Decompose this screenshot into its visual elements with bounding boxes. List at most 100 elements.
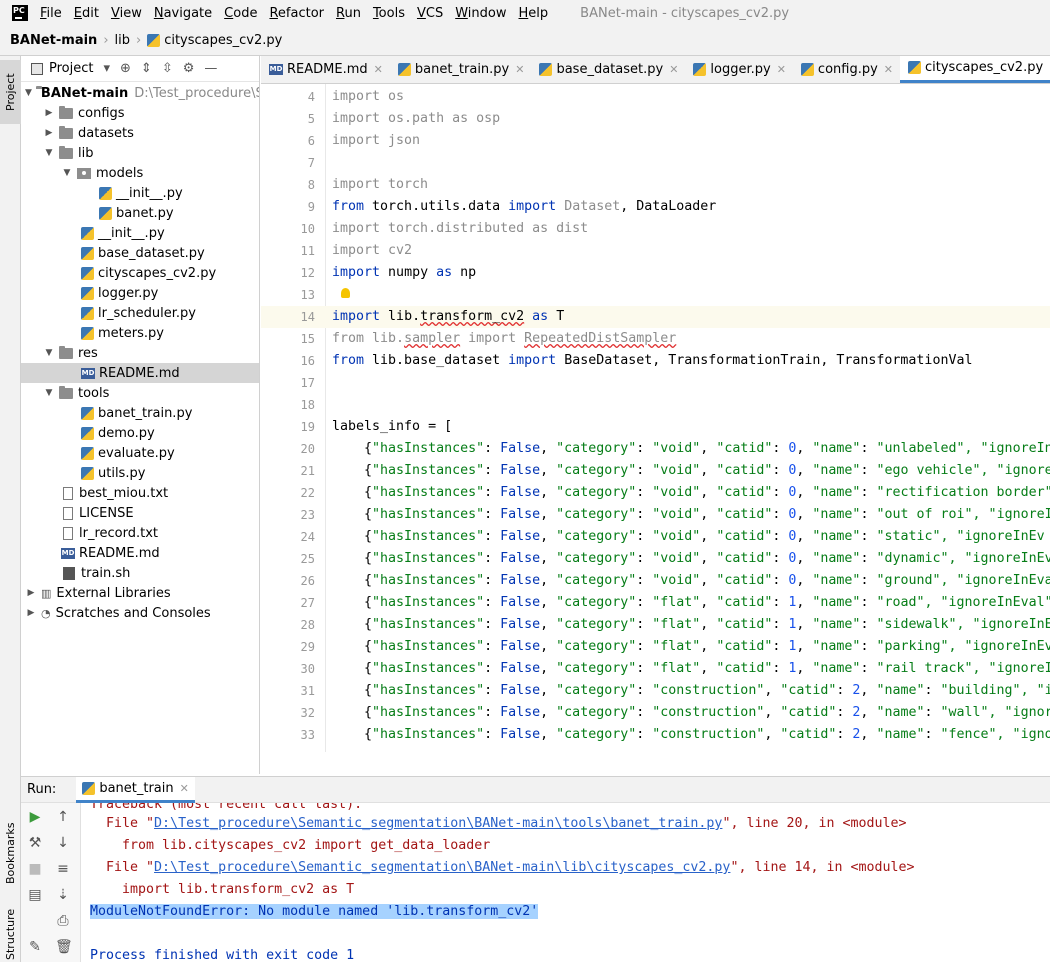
tab-readme[interactable]: MD README.md ✕ xyxy=(261,56,390,83)
tree-item-lib-init[interactable]: __init__.py xyxy=(21,223,259,243)
close-icon[interactable]: ✕ xyxy=(777,63,786,76)
breadcrumb-file[interactable]: cityscapes_cv2.py xyxy=(164,33,282,48)
hide-panel-icon[interactable]: — xyxy=(204,61,217,76)
chevron-right-icon[interactable]: ▶ xyxy=(25,588,37,598)
tree-item-demo[interactable]: demo.py xyxy=(21,423,259,443)
menu-navigate[interactable]: Navigate xyxy=(154,6,212,21)
console-output[interactable]: Traceback (most recent call last): File … xyxy=(90,803,1050,962)
close-icon[interactable]: ✕ xyxy=(884,63,893,76)
code-area[interactable]: 4 import os 5 import os.path as osp 6 impor… xyxy=(261,86,1050,752)
menu-help[interactable]: Help xyxy=(519,6,549,21)
chevron-down-icon[interactable]: ▼ xyxy=(43,148,55,158)
console-file-link[interactable]: D:\Test_procedure\Semantic_segmentation\… xyxy=(154,860,730,875)
code-token: "void" xyxy=(652,529,701,544)
tab-cityscapes[interactable]: cityscapes_cv2.py✕ xyxy=(900,56,1050,83)
chevron-down-icon[interactable]: ▼ xyxy=(61,168,73,178)
tree-item-banet[interactable]: banet.py xyxy=(21,203,259,223)
menu-run[interactable]: Run xyxy=(336,6,361,21)
gear-icon[interactable]: ⚙ xyxy=(183,61,195,76)
tree-item-res-readme[interactable]: MD README.md xyxy=(21,363,259,383)
tab-label: base_dataset.py xyxy=(556,61,664,77)
stop-icon[interactable]: ■ xyxy=(27,861,43,877)
side-tab-project[interactable]: Project xyxy=(0,60,21,124)
soft-wrap-icon[interactable]: ≡ xyxy=(55,861,71,877)
chevron-right-icon[interactable]: ▶ xyxy=(43,128,55,138)
tree-label: datasets xyxy=(78,125,134,141)
chevron-right-icon[interactable]: ▶ xyxy=(43,108,55,118)
tree-item-evaluate[interactable]: evaluate.py xyxy=(21,443,259,463)
menu-tools[interactable]: Tools xyxy=(373,6,405,21)
breadcrumb-folder[interactable]: lib xyxy=(115,33,130,48)
tree-item-license[interactable]: LICENSE xyxy=(21,503,259,523)
line-number: 26 xyxy=(300,574,315,588)
console-text: ", line 14, in <module> xyxy=(730,860,915,875)
chevron-right-icon[interactable]: ▶ xyxy=(25,608,37,618)
layout-icon[interactable]: ▤ xyxy=(27,887,43,903)
tree-item-cityscapes[interactable]: cityscapes_cv2.py xyxy=(21,263,259,283)
wrench-icon[interactable]: ⚒ xyxy=(27,835,43,851)
trash-icon[interactable]: 🗑 xyxy=(55,939,73,955)
tree-item-train-sh[interactable]: train.sh xyxy=(21,563,259,583)
code-line: 10 import torch.distributed as dist xyxy=(261,218,1050,240)
tree-item-lr-record[interactable]: lr_record.txt xyxy=(21,523,259,543)
chevron-down-icon[interactable]: ▼ xyxy=(43,388,55,398)
menu-view[interactable]: View xyxy=(111,6,142,21)
tab-banet-train[interactable]: banet_train.py ✕ xyxy=(390,56,532,83)
tab-base-dataset[interactable]: base_dataset.py ✕ xyxy=(531,56,685,83)
tree-item-meters[interactable]: meters.py xyxy=(21,323,259,343)
menu-file[interactable]: File xyxy=(40,6,62,21)
tree-item-models-init[interactable]: __init__.py xyxy=(21,183,259,203)
chevron-down-icon[interactable]: ▾ xyxy=(103,61,110,76)
up-arrow-icon[interactable]: ↑ xyxy=(55,809,71,825)
expand-all-icon[interactable]: ⇕ xyxy=(141,61,152,76)
down-arrow-icon[interactable]: ↓ xyxy=(55,835,71,851)
chevron-down-icon[interactable]: ▼ xyxy=(25,88,32,98)
tree-item-lib[interactable]: ▼ lib xyxy=(21,143,259,163)
lightbulb-icon[interactable] xyxy=(341,288,350,298)
tree-item-banet-train[interactable]: banet_train.py xyxy=(21,403,259,423)
menu-window[interactable]: Window xyxy=(455,6,506,21)
code-line: 5 import os.path as osp xyxy=(261,108,1050,130)
close-icon[interactable]: ✕ xyxy=(515,63,524,76)
rerun-icon[interactable]: ▶ xyxy=(27,809,43,825)
tree-item-tools[interactable]: ▼ tools xyxy=(21,383,259,403)
code-line: 30 {"hasInstances": False, "category": "… xyxy=(261,658,1050,680)
tree-item-models[interactable]: ▼ models xyxy=(21,163,259,183)
tree-item-readme[interactable]: MD README.md xyxy=(21,543,259,563)
scroll-to-end-icon[interactable]: ⇣ xyxy=(55,887,71,903)
close-icon[interactable]: ✕ xyxy=(669,63,678,76)
code-token: "category" xyxy=(556,463,637,478)
console-file-link[interactable]: D:\Test_procedure\Semantic_segmentation\… xyxy=(154,816,722,831)
project-view-selector[interactable]: Project xyxy=(49,61,93,76)
tree-root[interactable]: ▼ BANet-main D:\Test_procedure\S xyxy=(21,83,259,103)
tree-item-res[interactable]: ▼ res xyxy=(21,343,259,363)
locate-icon[interactable]: ⊕ xyxy=(120,61,131,76)
side-tab-structure[interactable]: Structure xyxy=(0,904,21,962)
menu-vcs[interactable]: VCS xyxy=(417,6,443,21)
menu-refactor[interactable]: Refactor xyxy=(269,6,324,21)
menu-edit[interactable]: Edit xyxy=(74,6,99,21)
tab-logger[interactable]: logger.py ✕ xyxy=(685,56,793,83)
side-tab-bookmarks[interactable]: Bookmarks xyxy=(0,808,21,898)
tree-item-base-dataset[interactable]: base_dataset.py xyxy=(21,243,259,263)
tree-item-configs[interactable]: ▶ configs xyxy=(21,103,259,123)
code-text: {"hasInstances": False, "category": "con… xyxy=(332,724,1050,746)
close-icon[interactable]: ✕ xyxy=(374,63,383,76)
run-tab-banet-train[interactable]: banet_train ✕ xyxy=(76,776,195,803)
horizontal-scrollbar[interactable] xyxy=(326,752,1050,774)
tab-config[interactable]: config.py ✕ xyxy=(793,56,900,83)
pin-icon[interactable]: ✎ xyxy=(27,939,43,955)
tree-item-datasets[interactable]: ▶ datasets xyxy=(21,123,259,143)
collapse-all-icon[interactable]: ⇳ xyxy=(162,61,173,76)
tree-item-best-miou[interactable]: best_miou.txt xyxy=(21,483,259,503)
menu-code[interactable]: Code xyxy=(224,6,257,21)
chevron-down-icon[interactable]: ▼ xyxy=(43,348,55,358)
tree-item-lr-scheduler[interactable]: lr_scheduler.py xyxy=(21,303,259,323)
breadcrumb-root[interactable]: BANet-main xyxy=(10,33,97,48)
tree-item-external-libraries[interactable]: ▶ ▥ External Libraries xyxy=(21,583,259,603)
close-icon[interactable]: ✕ xyxy=(180,782,189,795)
tree-item-logger[interactable]: logger.py xyxy=(21,283,259,303)
tree-item-utils[interactable]: utils.py xyxy=(21,463,259,483)
tree-item-scratches[interactable]: ▶ ◔ Scratches and Consoles xyxy=(21,603,259,623)
print-icon[interactable]: ⎙ xyxy=(55,913,71,929)
